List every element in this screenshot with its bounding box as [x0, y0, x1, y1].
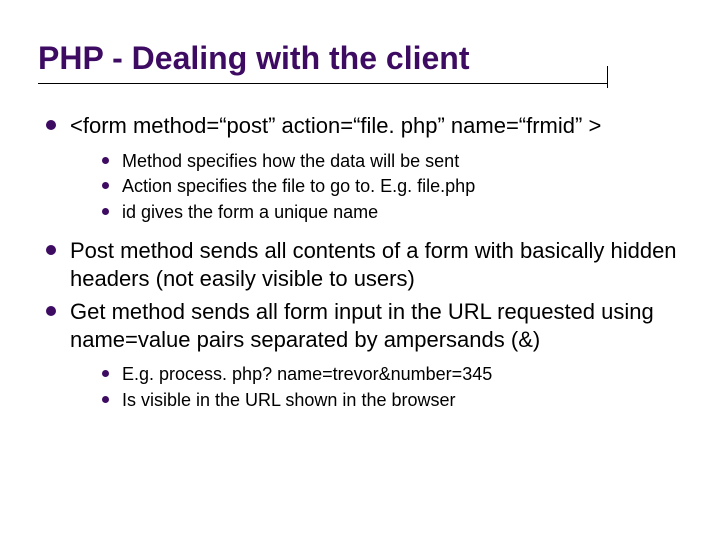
- title-area: PHP - Dealing with the client: [38, 40, 690, 84]
- list-item: <form method=“post” action=“file. php” n…: [42, 112, 690, 223]
- bullet-list: <form method=“post” action=“file. php” n…: [38, 112, 690, 411]
- list-item-text: <form method=“post” action=“file. php” n…: [70, 113, 601, 138]
- sub-item-text: id gives the form a unique name: [122, 202, 378, 222]
- sub-list-item: Is visible in the URL shown in the brows…: [100, 389, 690, 412]
- sub-item-text: E.g. process. php? name=trevor&number=34…: [122, 364, 492, 384]
- list-item-text: Post method sends all contents of a form…: [70, 238, 677, 291]
- sub-item-text: Action specifies the file to go to. E.g.…: [122, 176, 475, 196]
- slide: PHP - Dealing with the client <form meth…: [0, 0, 720, 540]
- list-item: Get method sends all form input in the U…: [42, 298, 690, 411]
- sub-item-text: Is visible in the URL shown in the brows…: [122, 390, 455, 410]
- sub-list-item: id gives the form a unique name: [100, 201, 690, 224]
- sub-list: E.g. process. php? name=trevor&number=34…: [70, 363, 690, 411]
- list-item: Post method sends all contents of a form…: [42, 237, 690, 292]
- sub-list: Method specifies how the data will be se…: [70, 150, 690, 224]
- title-tick: [607, 66, 608, 88]
- slide-title: PHP - Dealing with the client: [38, 40, 690, 77]
- sub-list-item: Method specifies how the data will be se…: [100, 150, 690, 173]
- title-underline: [38, 83, 608, 84]
- sub-list-item: Action specifies the file to go to. E.g.…: [100, 175, 690, 198]
- sub-item-text: Method specifies how the data will be se…: [122, 151, 459, 171]
- list-item-text: Get method sends all form input in the U…: [70, 299, 654, 352]
- sub-list-item: E.g. process. php? name=trevor&number=34…: [100, 363, 690, 386]
